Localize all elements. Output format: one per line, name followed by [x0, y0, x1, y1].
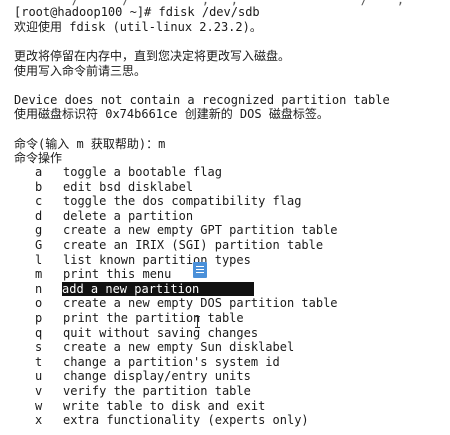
menu-item-key: u [35, 369, 43, 384]
menu-item-key: t [35, 354, 43, 369]
menu-item-description: create a new empty DOS partition table [63, 296, 338, 311]
menu-item-n: n add a new partition [14, 281, 434, 297]
menu-item-q: q quit without saving changes [14, 326, 434, 341]
menu-item-l: l list known partition types [14, 253, 434, 268]
text-cursor-icon [195, 316, 200, 328]
menu-item-p: p print the partition table [14, 311, 434, 326]
shell-prompt-line: [root@hadoop100 ~]# fdisk /dev/sdb [14, 5, 260, 19]
menu-item-key: n [35, 281, 43, 296]
menu-item-key: g [35, 223, 43, 238]
command-prompt-line: 命令(输入 m 获取帮助)：m [14, 137, 166, 151]
menu-item-a: a toggle a bootable flag [14, 165, 434, 180]
menu-item-t: t change a partition's system id [14, 355, 434, 370]
menu-item-description: toggle a bootable flag [63, 165, 222, 179]
notice-line-2: 使用写入命令前请三思。 [14, 64, 147, 78]
menu-item-key: o [35, 296, 43, 311]
menu-item-key: c [35, 194, 43, 209]
menu-item-x: x extra functionality (experts only) [14, 413, 434, 428]
menu-item-description: delete a partition [63, 208, 194, 223]
menu-item-o: o create a new empty DOS partition table [14, 296, 434, 311]
menu-item-d: d delete a partition [14, 209, 434, 224]
menu-item-key: G [35, 238, 43, 252]
menu-item-key: x [35, 413, 43, 428]
menu-item-v: v verify the partition table [14, 384, 434, 399]
new-disklabel-line: 使用磁盘标识符 0x74b661ce 创建新的 DOS 磁盘标签。 [14, 107, 329, 121]
menu-item-description: change a partition's system id [63, 354, 280, 369]
menu-item-description: print the partition table [63, 311, 244, 325]
menu-item-description: verify the partition table [63, 384, 251, 398]
menu-item-description: change display/entry units [63, 369, 251, 384]
menu-item-key: d [35, 208, 43, 223]
welcome-line: 欢迎使用 fdisk (util-linux 2.23.2)。 [14, 20, 262, 34]
menu-item-G: Gcreate an IRIX (SGI) partition table [14, 238, 434, 253]
menu-item-key: s [35, 340, 43, 355]
menu-item-description: create a new empty Sun disklabel [63, 340, 295, 355]
menu-item-description: toggle the dos compatibility flag [63, 194, 302, 209]
menu-item-description: add a new partition [62, 281, 254, 297]
menu-item-key: w [35, 398, 43, 413]
menu-item-key: p [35, 311, 43, 325]
menu-item-description: extra functionality (experts only) [63, 413, 309, 428]
terminal-window[interactable]: / / , , / , [root@hadoop100 ~]# fdisk /d… [0, 0, 450, 435]
menu-item-key: b [35, 179, 43, 194]
menu-item-key: m [35, 267, 43, 282]
menu-item-description: print this menu [63, 267, 172, 282]
menu-item-description: create a new empty GPT partition table [63, 223, 338, 238]
menu-item-s: s create a new empty Sun disklabel [14, 340, 434, 355]
menu-item-description: edit bsd disklabel [63, 179, 194, 194]
menu-item-description: quit without saving changes [63, 325, 259, 340]
actions-header: 命令操作 [14, 151, 63, 165]
menu-item-key: l [35, 252, 43, 267]
menu-item-key: a [35, 165, 43, 179]
menu-item-g: g create a new empty GPT partition table [14, 223, 434, 238]
menu-item-key: v [35, 384, 43, 398]
notice-line-1: 更改将停留在内存中，直到您决定将更改写入磁盘。 [14, 49, 291, 63]
menu-item-w: w write table to disk and exit [14, 399, 434, 414]
document-icon[interactable] [193, 262, 207, 278]
no-partition-table-line: Device does not contain a recognized par… [14, 93, 390, 107]
menu-item-description: write table to disk and exit [63, 398, 266, 413]
menu-item-description: list known partition types [63, 252, 251, 267]
menu-item-key: q [35, 325, 43, 340]
menu-item-description: create an IRIX (SGI) partition table [63, 238, 324, 252]
menu-item-b: b edit bsd disklabel [14, 180, 434, 195]
menu-item-u: u change display/entry units [14, 369, 434, 384]
menu-item-c: c toggle the dos compatibility flag [14, 194, 434, 209]
menu-item-m: m print this menu [14, 267, 434, 282]
